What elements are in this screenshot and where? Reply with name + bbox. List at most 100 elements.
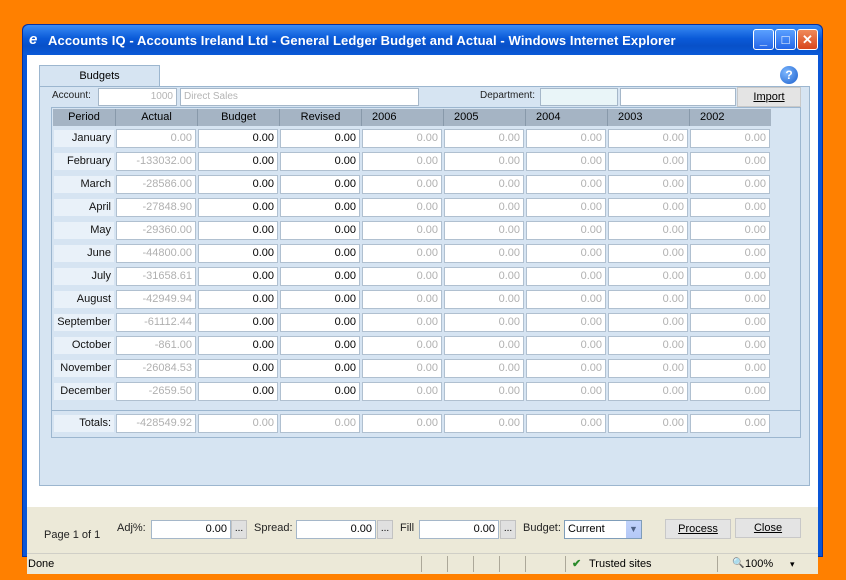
- budget-cell[interactable]: 0.00: [198, 129, 278, 148]
- y2006-cell: 0.00: [362, 152, 442, 171]
- status-divider: [473, 556, 474, 572]
- revised-cell[interactable]: 0.00: [280, 221, 360, 240]
- department-name-field[interactable]: [620, 88, 736, 106]
- budget-cell[interactable]: 0.00: [198, 221, 278, 240]
- actual-cell: -31658.61: [116, 267, 196, 286]
- y2006-cell: 0.00: [362, 129, 442, 148]
- budget-label: Budget:: [523, 522, 561, 534]
- fill-ellipsis-button[interactable]: ...: [500, 520, 516, 539]
- actual-cell: -861.00: [116, 336, 196, 355]
- budget-cell[interactable]: 0.00: [198, 198, 278, 217]
- y2003-cell: 0.00: [608, 336, 688, 355]
- budget-cell[interactable]: 0.00: [198, 382, 278, 401]
- y2005-cell: 0.00: [444, 198, 524, 217]
- y2003-cell: 0.00: [608, 129, 688, 148]
- budget-cell[interactable]: 0.00: [198, 313, 278, 332]
- column-header-2004: 2004: [525, 109, 607, 126]
- zoom-icon: 🔍: [732, 558, 745, 569]
- chevron-down-icon: ▼: [626, 521, 641, 538]
- y2005-cell: 0.00: [444, 244, 524, 263]
- totals-2002: 0.00: [690, 414, 770, 433]
- column-header-2005: 2005: [443, 109, 525, 126]
- status-divider: [717, 556, 718, 572]
- tab-budgets[interactable]: Budgets: [39, 65, 160, 87]
- y2006-cell: 0.00: [362, 382, 442, 401]
- y2002-cell: 0.00: [690, 290, 770, 309]
- zoom-dropdown-icon[interactable]: ▾: [790, 554, 795, 574]
- y2005-cell: 0.00: [444, 359, 524, 378]
- process-button[interactable]: Process: [665, 519, 731, 539]
- revised-cell[interactable]: 0.00: [280, 175, 360, 194]
- column-header-2003: 2003: [607, 109, 689, 126]
- y2006-cell: 0.00: [362, 267, 442, 286]
- budget-cell[interactable]: 0.00: [198, 336, 278, 355]
- security-zone: Trusted sites: [589, 558, 652, 570]
- adj-ellipsis-button[interactable]: ...: [231, 520, 247, 539]
- budget-cell[interactable]: 0.00: [198, 290, 278, 309]
- revised-cell[interactable]: 0.00: [280, 290, 360, 309]
- revised-cell[interactable]: 0.00: [280, 382, 360, 401]
- y2005-cell: 0.00: [444, 175, 524, 194]
- account-label: Account:: [52, 90, 91, 101]
- maximize-button[interactable]: □: [775, 29, 796, 50]
- budget-cell[interactable]: 0.00: [198, 175, 278, 194]
- department-label: Department:: [480, 90, 536, 101]
- revised-cell[interactable]: 0.00: [280, 336, 360, 355]
- period-cell: December: [53, 382, 115, 401]
- y2005-cell: 0.00: [444, 152, 524, 171]
- spread-label: Spread:: [254, 522, 293, 534]
- revised-cell[interactable]: 0.00: [280, 244, 360, 263]
- revised-cell[interactable]: 0.00: [280, 129, 360, 148]
- revised-cell[interactable]: 0.00: [280, 359, 360, 378]
- account-code-field[interactable]: 1000: [98, 88, 177, 106]
- revised-cell[interactable]: 0.00: [280, 267, 360, 286]
- y2003-cell: 0.00: [608, 198, 688, 217]
- y2005-cell: 0.00: [444, 336, 524, 355]
- budget-cell[interactable]: 0.00: [198, 244, 278, 263]
- import-button[interactable]: Import: [737, 87, 801, 107]
- close-window-button[interactable]: ✕: [797, 29, 818, 50]
- status-divider: [565, 556, 566, 572]
- spread-input[interactable]: 0.00: [296, 520, 376, 539]
- department-code-field[interactable]: [540, 88, 618, 106]
- revised-cell[interactable]: 0.00: [280, 198, 360, 217]
- budget-grid: Period Actual Budget Revised 2006 2005 2…: [51, 107, 801, 430]
- budget-cell[interactable]: 0.00: [198, 359, 278, 378]
- budgets-panel: Account: 1000 Direct Sales Department: I…: [39, 86, 810, 486]
- process-button-label: Process: [678, 523, 718, 535]
- y2002-cell: 0.00: [690, 244, 770, 263]
- budget-cell[interactable]: 0.00: [198, 267, 278, 286]
- column-header-actual: Actual: [115, 109, 197, 126]
- title-bar: e Accounts IQ - Accounts Ireland Ltd - G…: [23, 25, 822, 55]
- minimize-button[interactable]: _: [753, 29, 774, 50]
- column-header-period: Period: [53, 109, 115, 126]
- period-cell: January: [53, 129, 115, 148]
- fill-input[interactable]: 0.00: [419, 520, 499, 539]
- totals-2004: 0.00: [526, 414, 606, 433]
- account-name-field[interactable]: Direct Sales: [180, 88, 419, 106]
- y2006-cell: 0.00: [362, 290, 442, 309]
- actual-cell: -2659.50: [116, 382, 196, 401]
- period-cell: September: [53, 313, 115, 332]
- period-cell: October: [53, 336, 115, 355]
- budget-cell[interactable]: 0.00: [198, 152, 278, 171]
- close-button[interactable]: Close: [735, 518, 801, 538]
- help-icon[interactable]: ?: [780, 66, 798, 84]
- zoom-level[interactable]: 100%: [745, 554, 773, 574]
- y2005-cell: 0.00: [444, 129, 524, 148]
- adj-input[interactable]: 0.00: [151, 520, 231, 539]
- window-title: Accounts IQ - Accounts Ireland Ltd - Gen…: [48, 33, 676, 48]
- actual-cell: -42949.94: [116, 290, 196, 309]
- import-button-label: Import: [753, 91, 785, 103]
- y2002-cell: 0.00: [690, 267, 770, 286]
- revised-cell[interactable]: 0.00: [280, 313, 360, 332]
- spread-ellipsis-button[interactable]: ...: [377, 520, 393, 539]
- y2003-cell: 0.00: [608, 359, 688, 378]
- budget-select[interactable]: Current ▼: [564, 520, 642, 539]
- browser-window: e Accounts IQ - Accounts Ireland Ltd - G…: [22, 24, 823, 574]
- totals-row: Totals: -428549.92 0.00 0.00 0.00 0.00 0…: [51, 410, 801, 438]
- y2002-cell: 0.00: [690, 336, 770, 355]
- y2004-cell: 0.00: [526, 290, 606, 309]
- revised-cell[interactable]: 0.00: [280, 152, 360, 171]
- adj-label: Adj%:: [117, 522, 146, 534]
